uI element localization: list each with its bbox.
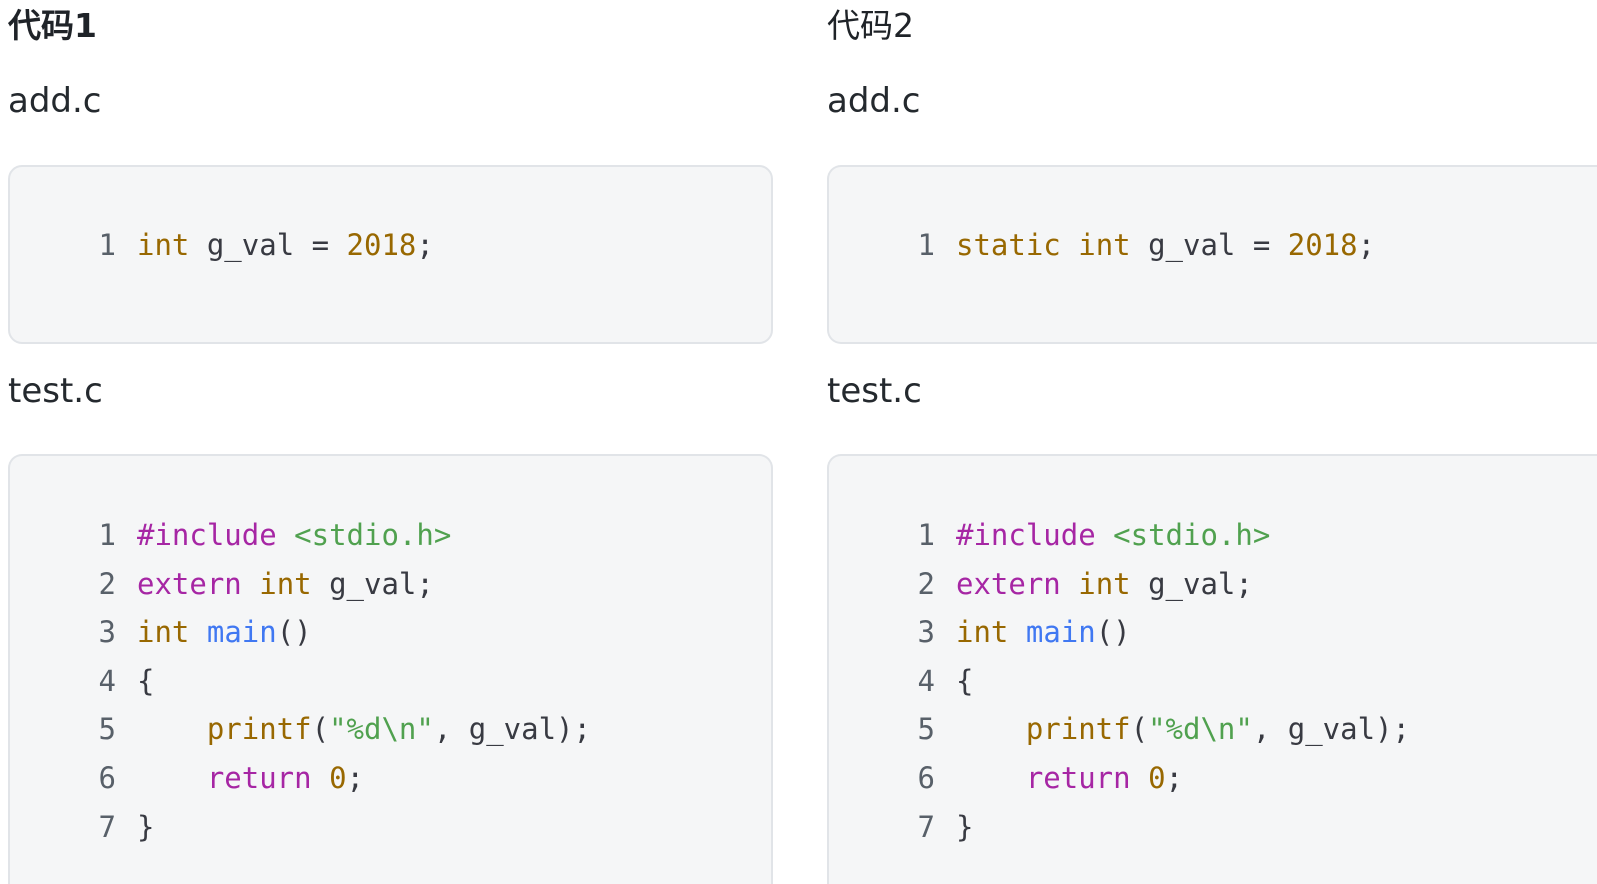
code-token: } [956,809,974,844]
code-text: int main() [956,608,1131,657]
code-token: printf [206,712,312,747]
code-token: 2018 [1287,228,1358,262]
code-token: "%d\n" [1148,712,1253,747]
file-name-add-c: add.c [8,81,102,121]
code-token: () [1095,615,1131,650]
code-token: extern [137,566,242,601]
line-number: 3 [98,615,116,650]
line-number: 4 [917,663,935,698]
code-token: #include [956,518,1096,552]
code-token: 2018 [346,228,417,262]
code-token: { [137,663,155,698]
code-token: <stdio.h> [294,518,452,552]
code-text: return 0; [137,754,364,803]
code-text: { [956,657,973,706]
code-token: extern [956,566,1061,601]
file-name-test-c: test.c [827,371,922,411]
code-token: 0 [1148,760,1166,795]
line-number: 1 [917,228,935,262]
code-token: , g_val); [1252,712,1410,747]
code-token: int [259,566,312,601]
file-name-test-c: test.c [8,371,103,411]
line-number: 1 [917,518,935,552]
code-text: extern int g_val; [956,560,1253,609]
code-token: g_val = [189,228,347,262]
code-text: #include <stdio.h> [137,511,451,560]
code-token: g_val = [1130,228,1288,262]
line-number: 5 [98,712,116,747]
line-number: 7 [917,809,935,844]
code-text: printf("%d\n", g_val); [137,705,591,754]
code-token: main [206,615,277,650]
line-number: 5 [917,712,935,747]
code-token: return [206,760,312,795]
code-token: int [137,228,190,262]
code-token: ; [346,760,365,795]
code-text: int main() [137,608,312,657]
code-token: () [276,615,312,650]
code-block-add-c: 1 static int g_val = 2018; [827,165,1597,344]
section-heading-code2: 代码2 [827,6,914,45]
code-token: int [1078,566,1131,601]
code-token: ; [1165,760,1184,795]
code-text: printf("%d\n", g_val); [956,705,1410,754]
code-token: <stdio.h> [1113,518,1271,552]
code-token: 0 [329,760,347,795]
code-token: printf [1025,712,1131,747]
code-token: g_val; [311,566,434,601]
line-number: 1 [98,228,116,262]
code-token: { [956,663,974,698]
code-token: return [1025,760,1131,795]
line-number: 3 [917,615,935,650]
code-token: ; [416,228,434,262]
code-token: int [137,615,190,650]
line-number: 6 [917,760,935,795]
code-token: static [956,228,1061,262]
line-number: 7 [98,809,116,844]
code-block-add-c: 1 int g_val = 2018; [8,165,773,344]
code-token: main [1025,615,1096,650]
line-number: 6 [98,760,116,795]
code-text: return 0; [956,754,1183,803]
line-number: 1 [98,518,116,552]
code-token: int [1078,228,1131,262]
code-text: static int g_val = 2018; [956,221,1375,270]
code-token: ( [311,712,330,747]
section-heading-code1: 代码1 [8,6,97,45]
code-text: } [137,803,154,852]
line-number: 4 [98,663,116,698]
code-token: } [137,809,155,844]
code-text: int g_val = 2018; [137,221,434,270]
code-text: #include <stdio.h> [956,511,1270,560]
code-text: extern int g_val; [137,560,434,609]
code-text: { [137,657,154,706]
line-number: 2 [917,566,935,601]
code-token: #include [137,518,277,552]
code-token: , g_val); [433,712,591,747]
code-token: ; [1357,228,1376,262]
code-token: ( [1130,712,1149,747]
code-token: int [956,615,1009,650]
line-number: 2 [98,566,116,601]
code-token: "%d\n" [329,712,434,747]
code-text: } [956,803,973,852]
file-name-add-c: add.c [827,81,921,121]
code-block-test-c: 1 #include <stdio.h> 2 extern int g_val; 3 in… [827,454,1597,884]
code-token: g_val; [1130,566,1253,601]
code-block-test-c: 1 #include <stdio.h> 2 extern int g_val; 3 in… [8,454,773,884]
